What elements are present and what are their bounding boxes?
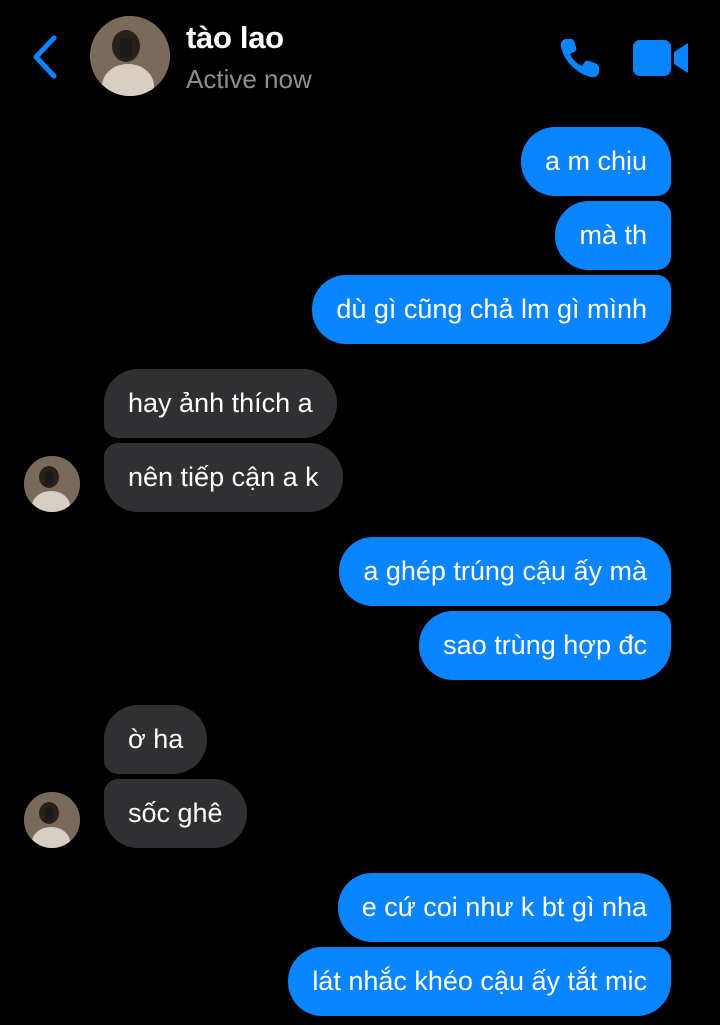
video-call-button[interactable] [633,38,689,78]
outgoing-message[interactable]: e cứ coi như k bt gì nha [337,873,671,942]
contact-avatar[interactable] [24,792,80,848]
outgoing-message[interactable]: sao trùng hợp đc [419,611,671,680]
outgoing-message[interactable]: a m chịu [520,127,671,196]
back-button[interactable] [28,34,64,80]
incoming-message[interactable]: nên tiếp cận a k [104,443,343,512]
incoming-message[interactable]: sốc ghê [104,779,247,848]
outgoing-message[interactable]: lát nhắc khéo cậu ấy tắt mic [288,947,671,1016]
incoming-message[interactable]: ờ ha [104,705,208,774]
incoming-message[interactable]: hay ảnh thích a [104,369,337,438]
chevron-left-icon [33,35,57,79]
call-button[interactable] [556,34,604,82]
contact-avatar[interactable] [24,456,80,512]
outgoing-message[interactable]: a ghép trúng cậu ấy mà [339,537,671,606]
video-camera-icon [633,40,688,76]
contact-name[interactable]: tào lao [186,20,284,56]
chat-header: tào lao Active now [0,0,720,115]
active-status: Active now [186,64,312,94]
outgoing-message[interactable]: mà th [555,201,671,270]
outgoing-message[interactable]: dù gì cũng chả lm gì mình [312,275,671,344]
avatar[interactable] [90,16,170,96]
phone-icon [560,39,599,78]
